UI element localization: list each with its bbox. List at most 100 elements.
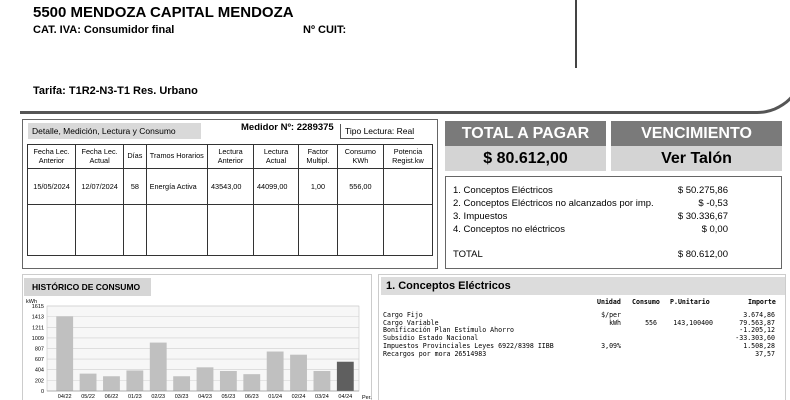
bar [290,354,307,391]
historico-title: HISTÓRICO DE CONSUMO [24,278,151,296]
cat-iva: CAT. IVA: Consumidor final [33,24,175,36]
bar [149,342,167,391]
list-item: 3. Impuestos $ 30.336,67 [453,211,728,223]
concept-amount: $ 0,00 [701,224,728,235]
table-cell: 556,00 [336,168,384,205]
table-cell: 12/07/2024 [75,168,125,205]
medidor-number: Medidor Nº: 2289375 [241,122,334,133]
bar [243,374,261,391]
x-axis-label: Per. [362,395,372,400]
concept-cell-punit: 143,100400 [673,318,713,327]
table-cell: 58 [123,168,147,205]
x-tick-label: 03/23 [175,394,189,400]
table-cell: 15/05/2024 [26,168,77,205]
y-tick-label: 1413 [32,315,44,321]
concept-cell-unidad: kWh [609,318,621,327]
concept-cell-unidad: 3,09% [601,341,621,350]
table-row: 15/05/2024 12/07/2024 58 Energía Activa … [26,168,434,205]
col-header: Potencia Regist.kw [382,144,434,169]
x-tick-label: 02/24 [292,394,306,400]
concept-amount: $ -0,53 [698,198,728,209]
list-item: 2. Conceptos Eléctricos no alcanzados po… [453,198,728,210]
concept-label: 4. Conceptos no eléctricos [453,224,565,235]
bar [56,316,74,391]
bar [79,373,97,391]
col-header: Factor Multipl. [298,144,338,169]
concept-cell-consumo: 556 [645,318,657,327]
col-header-unidad: Unidad [597,298,621,306]
col-header: Consumo KWh [336,144,384,169]
col-header-punit: P.Unitario [670,298,710,306]
concept-cell-desc: Recargos por mora 26514983 [383,349,487,358]
table-cell: 1,00 [298,168,338,205]
bar [196,367,214,391]
concept-label: 1. Conceptos Eléctricos [453,185,553,196]
col-header: Lectura Anterior [206,144,255,169]
list-item: 4. Conceptos no eléctricos $ 0,00 [453,224,728,236]
x-tick-label: 04/23 [198,394,212,400]
total-row-label: TOTAL [453,249,483,260]
x-tick-label: 05/22 [81,394,95,400]
header-divider [575,0,577,68]
cuit-label: Nº CUIT: [303,24,347,36]
y-tick-label: 202 [35,378,44,384]
bar [336,361,354,391]
table-header-row: Fecha Lec. Anterior Fecha Lec. Actual Dí… [26,144,434,169]
table-cell: 44099,00 [253,168,299,205]
header-frame [20,44,790,114]
x-tick-label: 02/23 [151,394,165,400]
bar [103,376,120,391]
table-cell: 43543,00 [206,168,255,205]
x-tick-label: 03/24 [315,394,329,400]
x-tick-label: 04/22 [58,394,72,400]
col-header: Lectura Actual [253,144,299,169]
total-amount: $ 80.612,00 [445,146,606,171]
concept-amount: $ 50.275,86 [677,185,728,196]
x-tick-label: 04/24 [338,394,352,400]
y-tick-label: 1009 [32,336,44,342]
x-tick-label: 01/23 [128,394,142,400]
bar [173,376,191,391]
x-tick-label: 05/23 [222,394,236,400]
list-item: 1. Conceptos Eléctricos $ 50.275,86 [453,185,728,197]
table-cell [382,168,434,205]
x-tick-label: 06/22 [105,394,119,400]
consumption-chart: kWh0202404607807100912111413161504/22 05/… [26,299,372,400]
y-tick-label: 1211 [32,325,44,331]
y-tick-label: 404 [35,368,44,374]
x-tick-label: 01/24 [268,394,282,400]
y-tick-label: 807 [35,347,44,353]
bar [266,351,284,391]
bar [313,371,331,391]
concept-label: 2. Conceptos Eléctricos no alcanzados po… [453,198,654,209]
tipo-lectura: Tipo Lectura: Real [340,124,415,139]
y-tick-label: 0 [41,389,44,395]
col-header: Fecha Lec. Anterior [26,144,77,169]
col-header: Fecha Lec. Actual [75,144,125,169]
col-header: Días [123,144,147,169]
concept-label: 3. Impuestos [453,211,508,222]
tarifa: Tarifa: T1R2-N3-T1 Res. Urbano [33,85,198,97]
y-tick-label: 1615 [32,304,44,310]
table-cell: Energía Activa [145,168,208,205]
col-header-importe: Importe [748,298,776,306]
conceptos-title: 1. Conceptos Eléctricos [381,277,785,295]
x-tick-label: 06/23 [245,394,259,400]
customer-address: 5500 MENDOZA CAPITAL MENDOZA [33,4,294,21]
historico-panel: HISTÓRICO DE CONSUMO kWh 0 202 404 607 807 100… [22,274,372,400]
table-row-empty [26,204,434,256]
concept-cell-importe: 37,57 [755,349,775,358]
detail-tab-title: Detalle, Medición, Lectura y Consumo [28,123,201,139]
detail-table: Fecha Lec. Anterior Fecha Lec. Actual Dí… [26,144,434,256]
concepts-summary: 1. Conceptos Eléctricos $ 50.275,86 2. C… [445,176,782,269]
detail-panel: Detalle, Medición, Lectura y Consumo Med… [22,119,438,269]
total-row: TOTAL $ 80.612,00 [453,249,728,261]
col-header: Tramos Horarios [145,144,208,169]
conceptos-electricos-panel: 1. Conceptos Eléctricos Unidad Consumo P… [378,274,786,400]
bar [126,370,144,391]
total-label: TOTAL A PAGAR [445,121,606,146]
vencimiento-value: Ver Talón [611,146,782,171]
col-header-consumo: Consumo [632,298,660,306]
concept-amount: $ 30.336,67 [677,211,728,222]
y-tick-label: 607 [35,357,44,363]
